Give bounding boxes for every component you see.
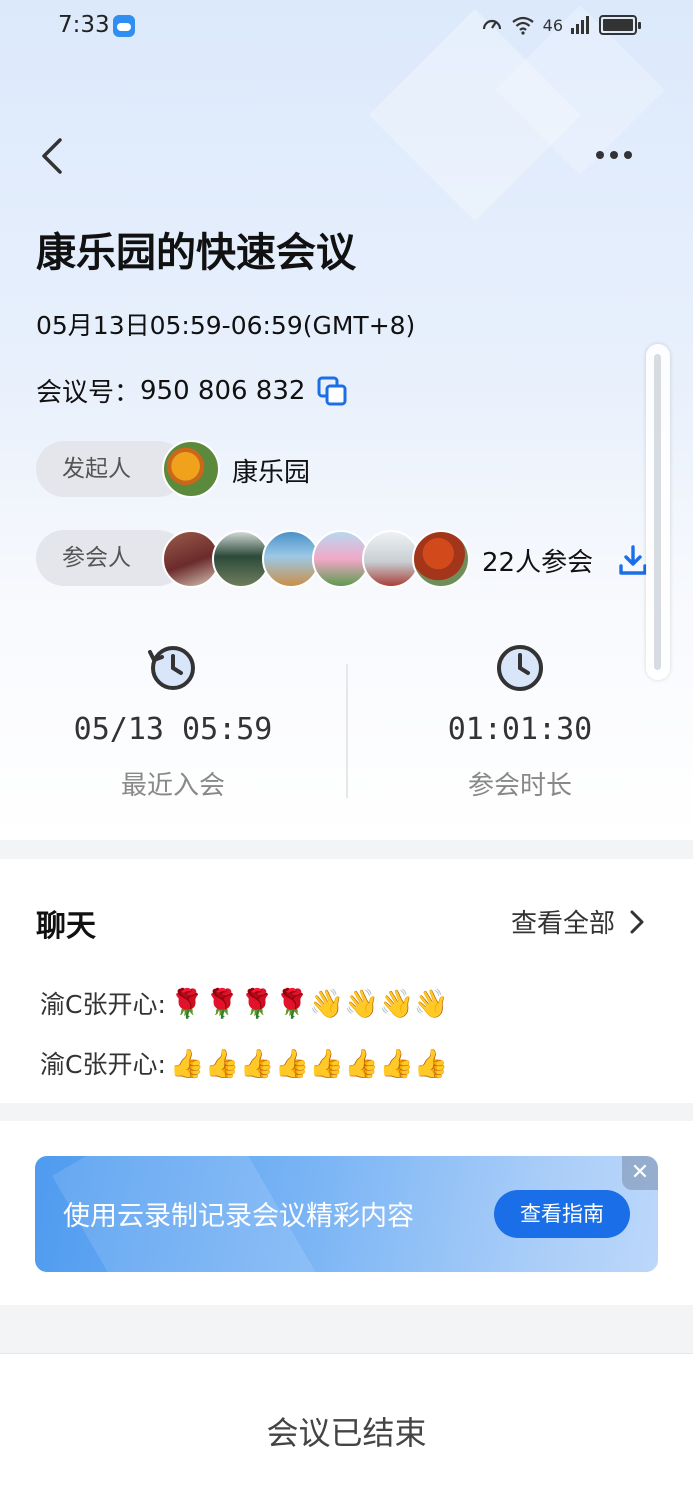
host-name: 康乐园	[232, 458, 311, 488]
status-time: 7:33	[58, 12, 110, 38]
chat-title: 聊天	[36, 901, 102, 949]
status-bar: 7:33 46	[0, 0, 693, 56]
copy-icon[interactable]	[317, 376, 347, 406]
scrollbar[interactable]	[646, 344, 670, 680]
meeting-header-area: 7:33 46 康乐园的快速会议 05月13日05:59-06:59(GMT+8…	[0, 0, 693, 840]
duration-stat: 01:01:30 参会时长	[380, 640, 660, 802]
banner-section: 使用云录制记录会议精彩内容 查看指南 ✕	[0, 1121, 693, 1305]
view-all-link[interactable]: 查看全部	[511, 903, 645, 940]
chat-message: 渝C张开心: 🌹🌹🌹🌹👋👋👋👋	[40, 985, 449, 1021]
last-join-stat: 05/13 05:59 最近入会	[33, 640, 313, 802]
battery-icon	[599, 15, 641, 35]
banner-text: 使用云录制记录会议精彩内容	[63, 1201, 414, 1232]
history-clock-icon	[148, 646, 195, 690]
section-gap	[0, 1305, 693, 1353]
host-avatar[interactable]	[162, 440, 220, 498]
wifi-icon	[511, 16, 534, 35]
weather-icon	[113, 15, 135, 37]
stat-divider	[346, 664, 348, 798]
chevron-right-icon	[630, 910, 644, 933]
meeting-title: 康乐园的快速会议	[36, 230, 356, 276]
meeting-id-label: 会议号：	[36, 378, 141, 408]
download-icon[interactable]	[618, 544, 648, 576]
view-guide-button[interactable]: 查看指南	[494, 1190, 630, 1238]
chat-section: 聊天 查看全部 渝C张开心: 🌹🌹🌹🌹👋👋👋👋 渝C张开心: 👍👍👍👍👍👍👍👍	[0, 859, 693, 1103]
speed-icon	[482, 19, 501, 30]
chat-sender: 渝C张开心:	[40, 1050, 166, 1079]
duration-value: 01:01:30	[447, 712, 593, 747]
back-arrow-icon[interactable]	[36, 134, 72, 178]
footer: 会议已结束	[0, 1353, 693, 1500]
last-join-label: 最近入会	[120, 771, 225, 801]
view-all-label: 查看全部	[510, 909, 615, 939]
meeting-id-value: 950 806 832	[140, 375, 306, 406]
duration-label: 参会时长	[467, 771, 572, 801]
more-options-icon[interactable]	[596, 145, 640, 165]
chat-message: 渝C张开心: 👍👍👍👍👍👍👍👍	[40, 1045, 449, 1081]
network-type: 46	[542, 15, 563, 35]
cloud-recording-banner[interactable]: 使用云录制记录会议精彩内容 查看指南 ✕	[35, 1156, 658, 1272]
close-icon[interactable]: ✕	[622, 1156, 658, 1190]
participant-avatar[interactable]	[412, 530, 470, 588]
chat-sender: 渝C张开心:	[40, 990, 166, 1019]
meeting-id-row: 会议号： 950 806 832	[36, 372, 347, 409]
system-icons: 46	[481, 14, 641, 36]
last-join-value: 05/13 05:59	[73, 712, 273, 747]
signal-icon	[571, 16, 589, 34]
meeting-datetime: 05月13日05:59-06:59(GMT+8)	[36, 311, 416, 340]
participant-count[interactable]: 22人参会	[482, 542, 593, 579]
chat-content: 👍👍👍👍👍👍👍👍	[169, 1046, 449, 1080]
chat-content: 🌹🌹🌹🌹👋👋👋👋	[169, 986, 449, 1020]
clock-icon	[497, 645, 543, 691]
meeting-ended-status: 会议已结束	[266, 1414, 427, 1452]
